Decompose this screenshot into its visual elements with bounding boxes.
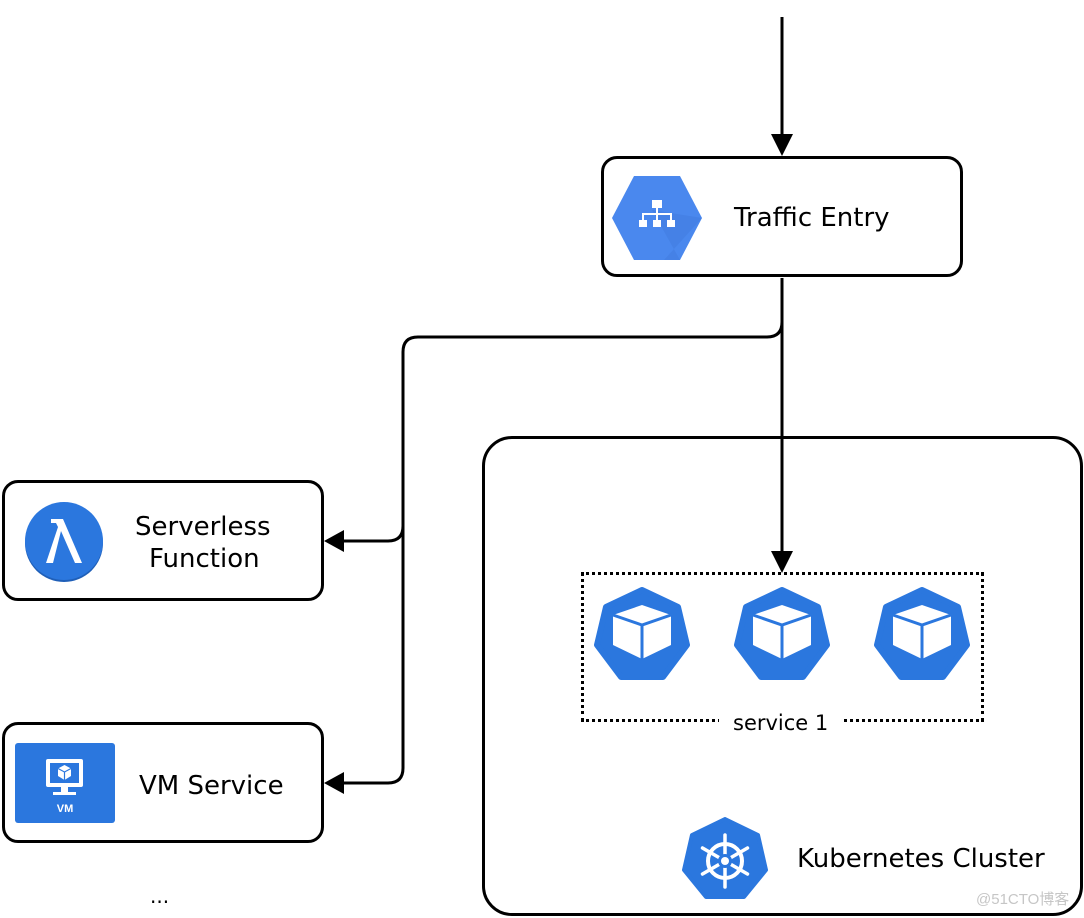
more-services-ellipsis: ...: [150, 884, 170, 908]
kubernetes-pod-icon: [594, 587, 690, 680]
serverless-function-node[interactable]: Serverless Function: [2, 480, 324, 601]
edge-traffic-to-vm: [332, 526, 405, 785]
vm-service-label: VM Service: [139, 771, 284, 801]
traffic-entry-node[interactable]: Traffic Entry: [601, 156, 963, 277]
arrowhead-vm: [324, 772, 344, 794]
vm-icon: VM: [15, 743, 115, 823]
kubernetes-pod-icon: [874, 587, 970, 680]
lambda-icon: [25, 502, 103, 582]
traffic-entry-label: Traffic Entry: [734, 203, 890, 233]
kubernetes-cluster-label: Kubernetes Cluster: [797, 844, 1045, 874]
watermark: @51CTO博客: [976, 891, 1070, 908]
serverless-function-label-line2: Function: [149, 544, 260, 574]
vm-service-node[interactable]: VM VM Service: [2, 722, 324, 843]
service-group-label: service 1: [719, 711, 843, 735]
kubernetes-pod-icon: [734, 587, 830, 680]
arrowhead-serverless: [324, 530, 344, 552]
vm-icon-caption: VM: [56, 803, 74, 815]
serverless-function-label-line1: Serverless: [135, 512, 271, 542]
kubernetes-helm-icon: [682, 817, 768, 899]
load-balancer-icon: [612, 176, 702, 260]
arrowhead-traffic-entry: [771, 134, 793, 156]
monitor-icon: [46, 759, 83, 795]
